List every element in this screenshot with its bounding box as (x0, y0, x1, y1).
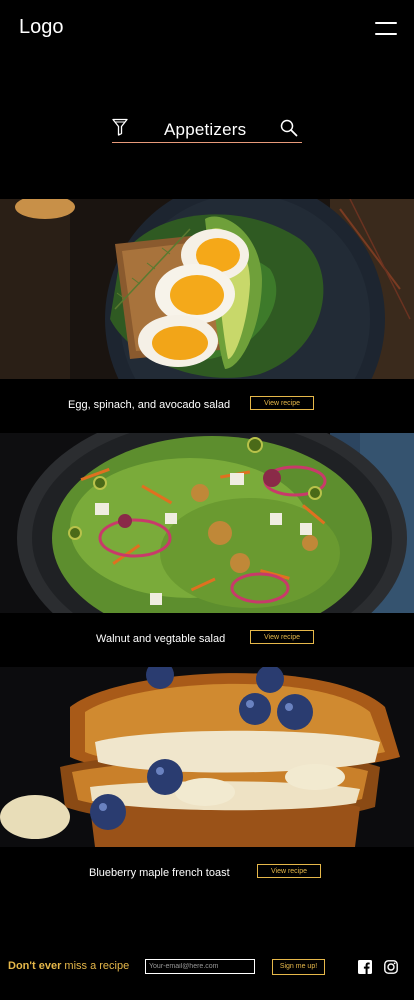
recipe-card: Walnut and vegtable salad View recipe (0, 433, 414, 667)
recipe-title: Walnut and vegtable salad (96, 633, 226, 645)
search-bar[interactable]: Appetizers (112, 116, 302, 143)
recipe-title: Blueberry maple french toast (89, 867, 230, 879)
header: Logo (0, 0, 414, 60)
recipe-info-bar: Walnut and vegtable salad View recipe (0, 613, 414, 667)
hamburger-menu-icon[interactable] (375, 22, 397, 36)
recipe-info-bar: Egg, spinach, and avocado salad View rec… (0, 379, 414, 433)
recipe-info-bar: Blueberry maple french toast View recipe (0, 847, 414, 901)
sign-up-button[interactable]: Sign me up! (272, 959, 325, 975)
newsletter-tagline: Don't ever miss a recipe (8, 960, 129, 972)
email-field[interactable] (145, 959, 255, 974)
search-query[interactable]: Appetizers (164, 120, 246, 140)
menu-line (375, 33, 397, 35)
recipe-image-french-toast[interactable] (0, 667, 414, 847)
view-recipe-button[interactable]: View recipe (250, 396, 314, 410)
view-recipe-button[interactable]: View recipe (257, 864, 321, 878)
facebook-icon[interactable] (358, 960, 372, 974)
menu-line (375, 22, 397, 24)
tagline-rest: miss a recipe (61, 960, 130, 972)
filter-funnel-icon[interactable] (112, 118, 128, 136)
recipe-card: Blueberry maple french toast View recipe (0, 667, 414, 901)
recipe-image-walnut-salad[interactable] (0, 433, 414, 613)
tagline-bold: Don't ever (8, 960, 62, 972)
instagram-icon[interactable] (384, 960, 398, 974)
view-recipe-button[interactable]: View recipe (250, 630, 314, 644)
recipe-image-egg-salad[interactable] (0, 199, 414, 379)
magnifier-icon[interactable] (280, 119, 298, 137)
recipe-card: Egg, spinach, and avocado salad View rec… (0, 199, 414, 433)
recipe-title: Egg, spinach, and avocado salad (68, 399, 231, 411)
logo[interactable]: Logo (19, 16, 64, 39)
newsletter-footer: Don't ever miss a recipe Sign me up! (0, 952, 414, 982)
